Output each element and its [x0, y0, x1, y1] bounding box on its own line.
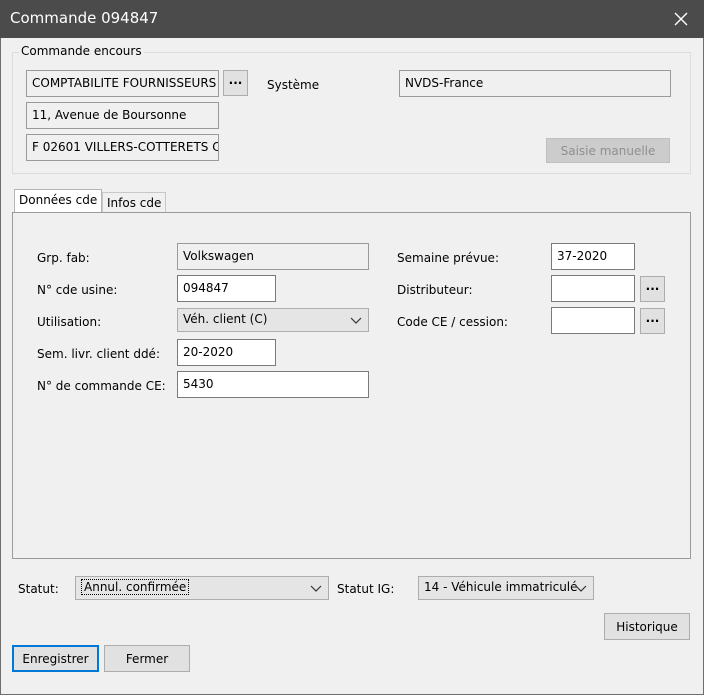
- grp-fab-label: Grp. fab:: [37, 251, 90, 265]
- statut-select[interactable]: Annul. confirmée: [75, 576, 329, 600]
- fermer-button[interactable]: Fermer: [104, 645, 190, 672]
- systeme-field: NVDS-France: [399, 70, 671, 97]
- utilisation-select[interactable]: Véh. client (C): [177, 308, 369, 332]
- utilisation-value: Véh. client (C): [183, 312, 268, 326]
- group-label: Commande encours: [19, 44, 144, 58]
- manual-entry-button[interactable]: Saisie manuelle: [546, 138, 670, 163]
- cmd-ce-field[interactable]: 5430: [177, 371, 369, 398]
- sem-livr-label: Sem. livr. client ddé:: [37, 347, 160, 361]
- cde-usine-label: N° cde usine:: [37, 283, 118, 297]
- grp-fab-field: Volkswagen: [177, 243, 369, 270]
- systeme-label: Système: [267, 78, 320, 92]
- code-ce-browse-button[interactable]: ...: [640, 308, 665, 334]
- statut-ig-select[interactable]: 14 - Véhicule immatriculé: [418, 576, 594, 600]
- statut-ig-label: Statut IG:: [337, 582, 395, 596]
- utilisation-label: Utilisation:: [37, 315, 102, 329]
- tab-infos-cde[interactable]: Infos cde: [102, 192, 167, 213]
- distributeur-browse-button[interactable]: ...: [640, 276, 665, 302]
- tab-donnees-cde[interactable]: Données cde: [14, 189, 103, 214]
- supplier-browse-button[interactable]: ...: [223, 70, 248, 96]
- chevron-down-icon: [350, 317, 362, 324]
- close-icon[interactable]: [658, 0, 704, 38]
- statut-value: Annul. confirmée: [81, 579, 190, 595]
- semaine-prevue-label: Semaine prévue:: [397, 251, 499, 265]
- enregistrer-button[interactable]: Enregistrer: [12, 645, 99, 672]
- historique-button[interactable]: Historique: [604, 613, 690, 640]
- supplier-field: COMPTABILITE FOURNISSEURS: [26, 70, 219, 97]
- address2-field: F 02601 VILLERS-COTTERETS C: [26, 134, 219, 161]
- statut-label: Statut:: [18, 582, 59, 596]
- code-ce-field[interactable]: [551, 307, 635, 334]
- chevron-down-icon: [310, 585, 322, 592]
- title-bar: Commande 094847: [0, 0, 704, 38]
- semaine-prevue-field[interactable]: 37-2020: [551, 243, 635, 270]
- statut-ig-value: 14 - Véhicule immatriculé: [424, 580, 578, 594]
- window-title: Commande 094847: [10, 9, 159, 27]
- address1-field: 11, Avenue de Boursonne: [26, 102, 219, 129]
- distributeur-field[interactable]: [551, 275, 635, 302]
- cde-usine-field[interactable]: 094847: [177, 275, 276, 302]
- code-ce-label: Code CE / cession:: [397, 315, 508, 329]
- distributeur-label: Distributeur:: [397, 283, 473, 297]
- chevron-down-icon: [575, 585, 587, 592]
- cmd-ce-label: N° de commande CE:: [37, 379, 166, 393]
- sem-livr-field[interactable]: 20-2020: [177, 339, 276, 366]
